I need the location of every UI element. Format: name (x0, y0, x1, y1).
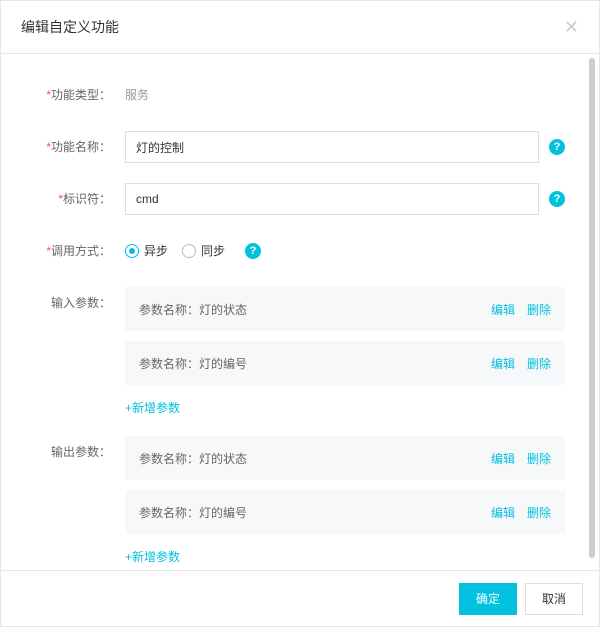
modal-footer: 确定 取消 (1, 570, 599, 626)
param-actions: 编辑 删除 (491, 450, 551, 467)
close-icon[interactable]: ✕ (564, 18, 579, 36)
edit-link[interactable]: 编辑 (491, 450, 515, 467)
identifier-input[interactable] (125, 183, 539, 215)
label-out-params: 输出参数： (21, 436, 125, 468)
help-icon[interactable]: ? (245, 243, 261, 259)
add-in-param-link[interactable]: +新增参数 (125, 399, 565, 416)
edit-link[interactable]: 编辑 (491, 301, 515, 318)
label-func-type: *功能类型： (21, 79, 125, 111)
func-name-input[interactable] (125, 131, 539, 163)
param-actions: 编辑 删除 (491, 504, 551, 521)
content-func-name: ? (125, 131, 565, 163)
radio-icon (125, 244, 139, 258)
param-name: 参数名称：灯的编号 (139, 504, 247, 521)
param-name: 参数名称：灯的状态 (139, 301, 247, 318)
param-name: 参数名称：灯的编号 (139, 355, 247, 372)
param-item: 参数名称：灯的编号 编辑 删除 (125, 490, 565, 534)
radio-label: 同步 (201, 235, 225, 267)
modal-title: 编辑自定义功能 (21, 17, 119, 37)
label-call-mode: *调用方式： (21, 235, 125, 267)
row-out-params: 输出参数： 参数名称：灯的状态 编辑 删除 参数名称：灯的编号 编辑 删除 (21, 436, 565, 565)
radio-icon (182, 244, 196, 258)
func-type-value: 服务 (125, 79, 149, 111)
param-actions: 编辑 删除 (491, 301, 551, 318)
param-item: 参数名称：灯的状态 编辑 删除 (125, 287, 565, 331)
delete-link[interactable]: 删除 (527, 450, 551, 467)
ok-button[interactable]: 确定 (459, 583, 517, 615)
label-in-params: 输入参数： (21, 287, 125, 319)
modal-body-wrap: *功能类型： 服务 *功能名称： ? *标识符： ? (1, 54, 599, 570)
row-in-params: 输入参数： 参数名称：灯的状态 编辑 删除 参数名称：灯的编号 编辑 删除 (21, 287, 565, 416)
call-mode-radio-group: 异步 同步 ? (125, 235, 261, 267)
modal-body: *功能类型： 服务 *功能名称： ? *标识符： ? (1, 54, 585, 570)
row-func-type: *功能类型： 服务 (21, 79, 565, 111)
delete-link[interactable]: 删除 (527, 504, 551, 521)
cancel-button[interactable]: 取消 (525, 583, 583, 615)
param-name: 参数名称：灯的状态 (139, 450, 247, 467)
scrollbar[interactable] (589, 58, 595, 558)
add-out-param-link[interactable]: +新增参数 (125, 548, 565, 565)
row-func-name: *功能名称： ? (21, 131, 565, 163)
param-item: 参数名称：灯的状态 编辑 删除 (125, 436, 565, 480)
help-icon[interactable]: ? (549, 191, 565, 207)
delete-link[interactable]: 删除 (527, 301, 551, 318)
content-identifier: ? (125, 183, 565, 215)
radio-sync[interactable]: 同步 (182, 235, 225, 267)
help-icon[interactable]: ? (549, 139, 565, 155)
content-func-type: 服务 (125, 79, 565, 111)
param-actions: 编辑 删除 (491, 355, 551, 372)
in-params-list: 参数名称：灯的状态 编辑 删除 参数名称：灯的编号 编辑 删除 +新增参数 (125, 287, 565, 416)
row-identifier: *标识符： ? (21, 183, 565, 215)
label-func-name: *功能名称： (21, 131, 125, 163)
out-params-list: 参数名称：灯的状态 编辑 删除 参数名称：灯的编号 编辑 删除 +新增参数 (125, 436, 565, 565)
radio-label: 异步 (144, 235, 168, 267)
delete-link[interactable]: 删除 (527, 355, 551, 372)
edit-link[interactable]: 编辑 (491, 355, 515, 372)
param-item: 参数名称：灯的编号 编辑 删除 (125, 341, 565, 385)
modal-header: 编辑自定义功能 ✕ (1, 1, 599, 54)
row-call-mode: *调用方式： 异步 同步 ? (21, 235, 565, 267)
content-call-mode: 异步 同步 ? (125, 235, 565, 267)
radio-async[interactable]: 异步 (125, 235, 168, 267)
edit-custom-function-modal: 编辑自定义功能 ✕ *功能类型： 服务 *功能名称： ? *标识符： (0, 0, 600, 627)
label-identifier: *标识符： (21, 183, 125, 215)
edit-link[interactable]: 编辑 (491, 504, 515, 521)
